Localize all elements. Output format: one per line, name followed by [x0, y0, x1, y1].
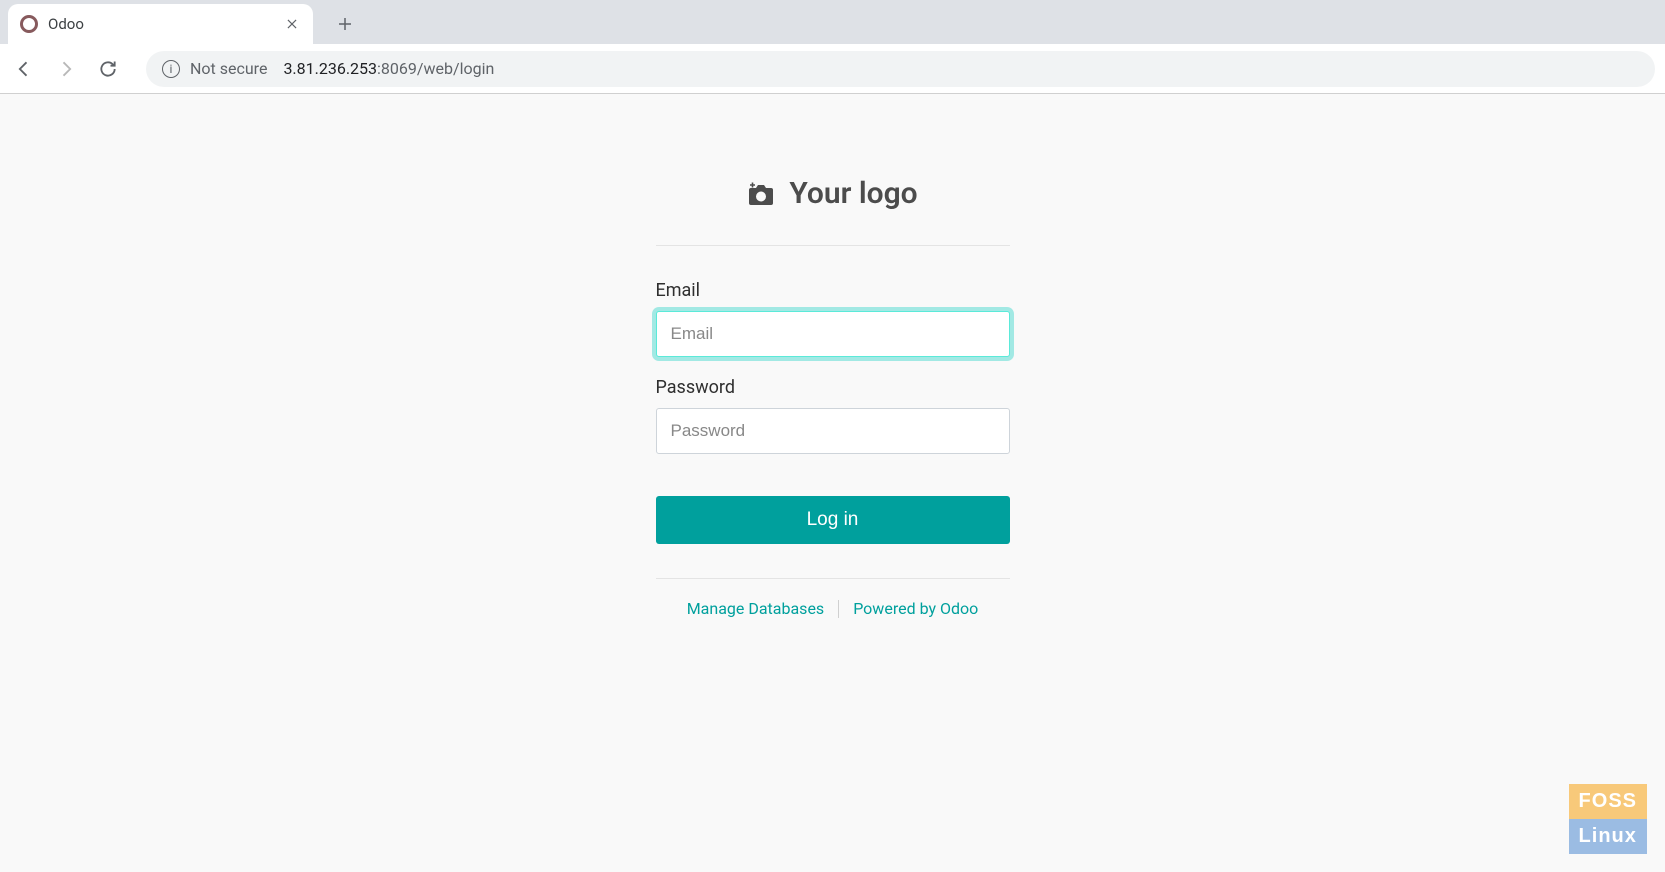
tab-title: Odoo — [48, 15, 273, 33]
email-input[interactable] — [656, 311, 1010, 357]
powered-by-odoo-link[interactable]: Powered by Odoo — [853, 599, 978, 618]
login-button[interactable]: Log in — [656, 496, 1010, 544]
odoo-favicon-icon — [20, 15, 38, 33]
watermark-line2: Linux — [1569, 819, 1647, 854]
new-tab-button[interactable] — [327, 6, 363, 42]
not-secure-label: Not secure — [190, 59, 267, 78]
manage-databases-link[interactable]: Manage Databases — [687, 599, 824, 618]
logo-area[interactable]: Your logo — [656, 176, 1010, 246]
reload-button[interactable] — [94, 55, 122, 83]
close-tab-icon[interactable] — [283, 15, 301, 33]
email-label: Email — [656, 280, 1010, 301]
browser-chrome: Odoo i Not secure 3.81.236.253:8069/web/… — [0, 0, 1665, 94]
password-input[interactable] — [656, 408, 1010, 454]
login-footer: Manage Databases Powered by Odoo — [656, 578, 1010, 618]
url-text: 3.81.236.253:8069/web/login — [283, 59, 494, 78]
camera-plus-icon — [747, 182, 775, 206]
page-content: Your logo Email Password Log in Manage D… — [0, 94, 1665, 872]
email-group: Email — [656, 280, 1010, 357]
back-button[interactable] — [10, 55, 38, 83]
fosslinux-watermark: FOSS Linux — [1569, 784, 1647, 854]
browser-toolbar: i Not secure 3.81.236.253:8069/web/login — [0, 44, 1665, 94]
site-info-icon[interactable]: i — [162, 60, 180, 78]
footer-separator — [838, 600, 839, 618]
tab-strip: Odoo — [0, 0, 1665, 44]
browser-tab[interactable]: Odoo — [8, 4, 313, 44]
watermark-line1: FOSS — [1569, 784, 1647, 819]
password-group: Password — [656, 377, 1010, 454]
address-bar[interactable]: i Not secure 3.81.236.253:8069/web/login — [146, 51, 1655, 87]
forward-button[interactable] — [52, 55, 80, 83]
login-form: Your logo Email Password Log in Manage D… — [656, 176, 1010, 872]
logo-text: Your logo — [789, 176, 917, 211]
password-label: Password — [656, 377, 1010, 398]
